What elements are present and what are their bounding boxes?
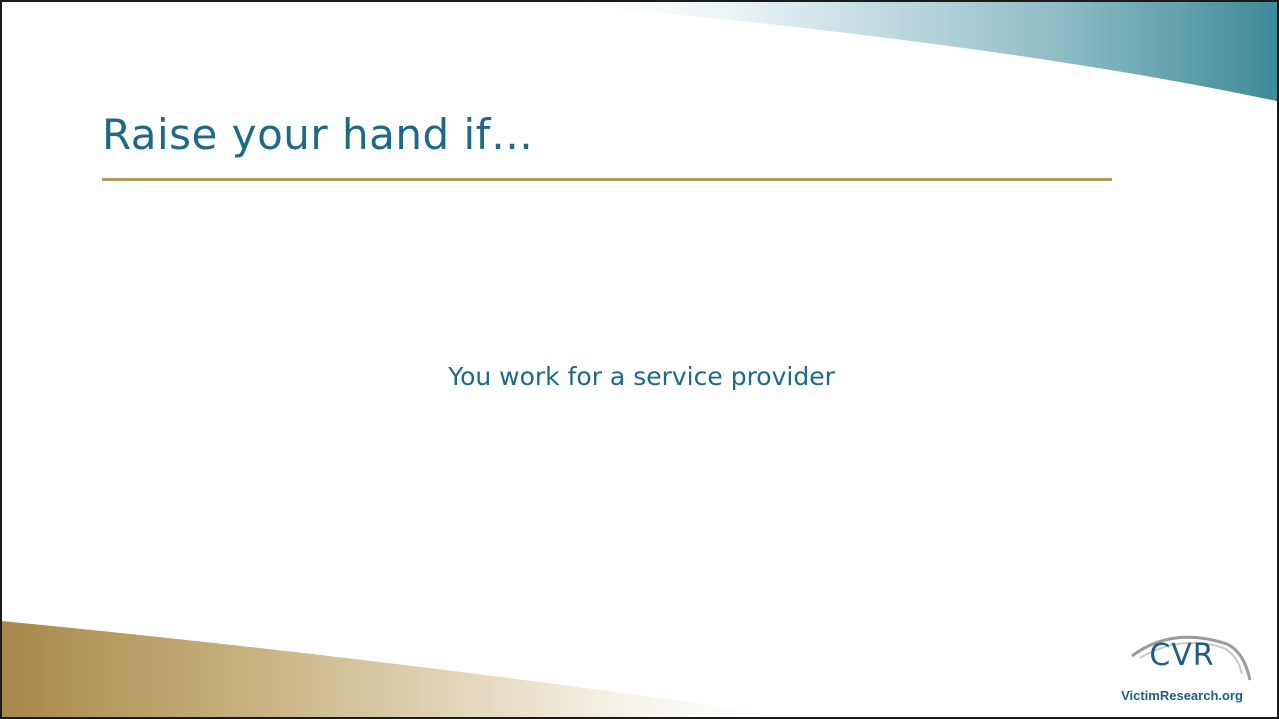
- slide-title: Raise your hand if…: [102, 110, 534, 159]
- gold-swoosh: [2, 621, 795, 717]
- teal-swoosh: [542, 2, 1277, 102]
- presentation-slide: Raise your hand if… You work for a servi…: [0, 0, 1279, 719]
- title-underline: [102, 178, 1112, 181]
- logo-letters: CVR: [1149, 638, 1215, 673]
- cvr-logo: CVR VictimResearch.org: [1102, 626, 1262, 710]
- logo-url: VictimResearch.org: [1121, 688, 1243, 703]
- slide-body-text: You work for a service provider: [448, 362, 835, 391]
